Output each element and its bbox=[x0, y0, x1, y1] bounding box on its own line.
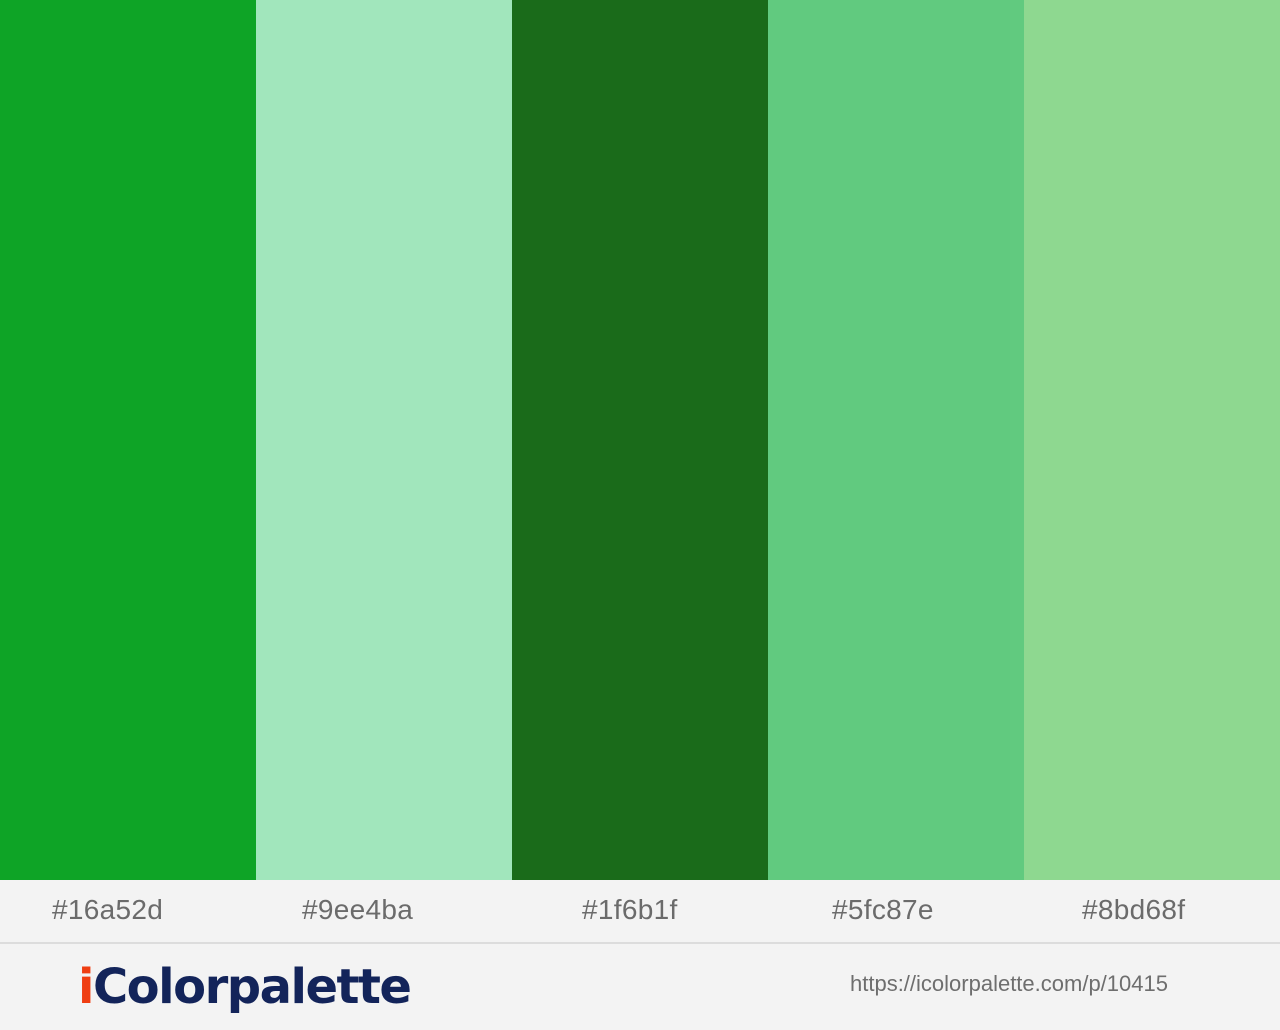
swatch-row bbox=[0, 0, 1280, 880]
color-swatch-5 bbox=[1024, 0, 1280, 880]
hex-code-row: #16a52d #9ee4ba #1f6b1f #5fc87e #8bd68f bbox=[0, 880, 1280, 944]
color-swatch-1 bbox=[0, 0, 256, 880]
palette-page: #16a52d #9ee4ba #1f6b1f #5fc87e #8bd68f … bbox=[0, 0, 1280, 1030]
site-logo[interactable]: iColorpalette bbox=[78, 952, 412, 1022]
palette-url-link[interactable]: https://icolorpalette.com/p/10415 bbox=[850, 964, 1168, 1004]
hex-code-3: #1f6b1f bbox=[582, 894, 678, 925]
logo-wordmark: Colorpalette bbox=[92, 959, 412, 1015]
hex-code-5: #8bd68f bbox=[1082, 894, 1186, 925]
hex-code-4: #5fc87e bbox=[832, 894, 934, 925]
footer: iColorpalette https://icolorpalette.com/… bbox=[0, 944, 1280, 1030]
color-swatch-3 bbox=[512, 0, 768, 880]
color-swatch-2 bbox=[256, 0, 512, 880]
hex-code-2: #9ee4ba bbox=[302, 894, 414, 925]
color-swatch-4 bbox=[768, 0, 1024, 880]
logo-letter-i: i bbox=[78, 959, 94, 1015]
hex-code-1: #16a52d bbox=[52, 894, 164, 925]
